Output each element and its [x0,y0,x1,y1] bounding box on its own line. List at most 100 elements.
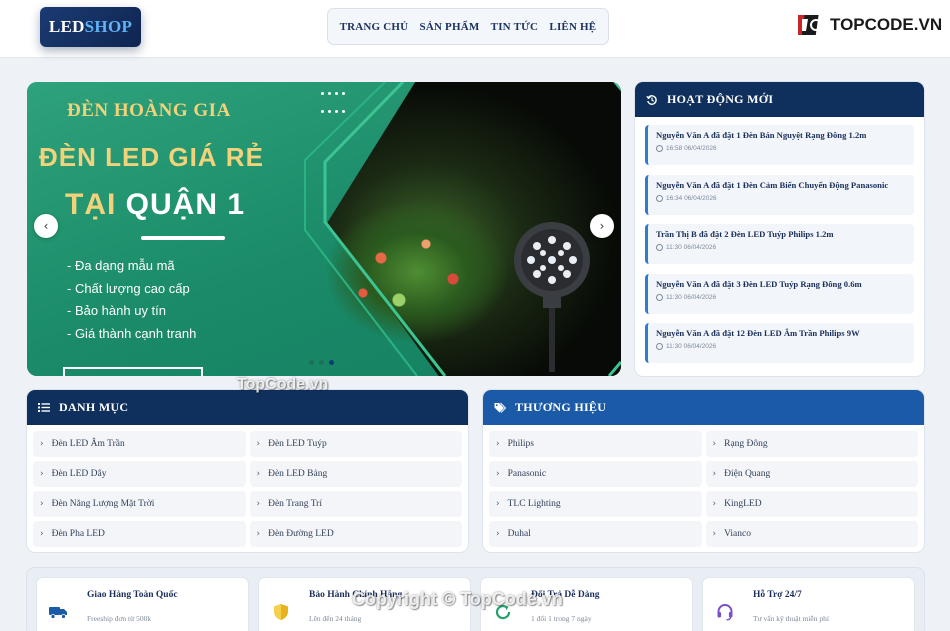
banner-bullet: - Chất lượng cao cấp [67,280,190,296]
clock-icon [656,244,663,251]
slider-dot-active[interactable] [329,360,334,365]
chevron-right-icon: › [256,499,261,509]
categories-grid: › Đèn LED Âm Trần › Đèn LED Tuýp › Đèn LED … [27,425,468,547]
brands-header: THƯƠNG HIỆU [483,390,924,425]
refresh-icon [493,602,513,622]
clock-icon [656,343,663,350]
activity-item[interactable]: Nguyễn Văn A đã đặt 1 Đèn Cảm Biến Chuyể… [645,174,914,215]
chevron-right-icon: › [496,529,500,539]
banner-bullet: - Giá thành cạnh tranh [67,325,197,341]
slider-prev-button[interactable]: ‹ [34,214,58,238]
activity-header: HOẠT ĐỘNG MỚI [635,82,924,117]
logo-part-led: LED [48,17,85,36]
activity-text: Nguyễn Văn A đã đặt 3 Đèn LED Tuýp Rạng … [656,278,862,289]
category-item[interactable]: › Đèn Trang Trí [249,491,462,517]
banner-bottom-frame [63,367,203,376]
chevron-right-icon: › [40,499,44,509]
hero-slider: ĐÈN HOÀNG GIA ĐÈN LED GIÁ RẺ TẠI QUẬN 1 … [27,82,621,376]
list-icon [38,401,51,414]
categories-panel: DANH MỤC › Đèn LED Âm Trần › Đèn LED Tuýp … [26,389,469,553]
nav-products[interactable]: SẢN PHẨM [420,21,480,33]
category-item[interactable]: › Đèn LED Âm Trần [33,431,246,457]
clock-icon [656,293,663,301]
feature-card: Hỗ Trợ 24/7 Tư vấn kỹ thuật miễn phí [702,577,915,631]
categories-title: DANH MỤC [59,400,129,414]
nav-home[interactable]: TRANG CHỦ [340,21,409,33]
chevron-right-icon: › [40,529,44,539]
chevron-right-icon: › [40,469,44,479]
feature-card: Đổi Trả Dễ Dàng 1 đổi 1 trong 7 ngày [480,577,693,631]
clock-icon [656,194,663,202]
chevron-right-icon: › [256,529,261,539]
activity-time: 11:30 06/04/2026 [656,293,914,301]
topcode-brandmark: TOPCODE.VN [796,10,942,40]
feature-subtitle: Freeship đơn từ 500k [87,614,152,623]
activity-text: Trần Thị B đã đặt 2 Đèn LED Tuýp Philips… [656,229,834,239]
activity-item[interactable]: Nguyễn Văn A đã đặt 12 Đèn LED Âm Trần P… [645,323,914,363]
activity-time: 11:30 06/04/2026 [656,244,914,251]
category-item[interactable]: › Đèn Năng Lượng Mặt Trời [33,491,246,517]
chevron-right-icon: › [40,439,44,449]
chevron-right-icon: › [256,469,261,479]
brand-item[interactable]: › Panasonic [489,461,702,487]
brand-item[interactable]: › Philips [489,431,702,457]
main-nav: TRANG CHỦ SẢN PHẨM TIN TỨC LIÊN HỆ [327,8,609,45]
tags-icon [494,401,507,414]
chevron-right-icon: › [712,439,717,449]
chevron-right-icon: › [496,439,500,449]
slider-next-button[interactable]: › [590,214,614,238]
feature-title: Bảo Hành Chính Hãng [309,590,403,600]
brand-item[interactable]: › KingLED [705,491,918,517]
chevron-right-icon: › [496,499,500,509]
spotlight-lamp-image [507,212,597,372]
activity-title: HOẠT ĐỘNG MỚI [667,92,774,106]
activity-time: 11:30 06/04/2026 [656,343,914,350]
banner-bullet: - Đa dạng mẫu mã [67,258,175,273]
activity-text: Nguyễn Văn A đã đặt 1 Đèn Cảm Biến Chuyể… [656,179,889,190]
nav-news[interactable]: TIN TỨC [491,21,539,33]
chevron-left-icon: ‹ [43,219,49,233]
brand-item[interactable]: › Rạng Đông [705,431,918,457]
feature-title: Giao Hàng Toàn Quốc [87,590,178,600]
logo[interactable]: LED SHOP [40,7,141,47]
category-item[interactable]: › Đèn Pha LED [33,521,246,547]
categories-header: DANH MỤC [27,390,468,425]
site-header: LED SHOP TRANG CHỦ SẢN PHẨM TIN TỨC LIÊN … [0,0,950,58]
banner-flowers [327,202,507,342]
activity-text: Nguyễn Văn A đã đặt 12 Đèn LED Âm Trần P… [656,328,860,338]
slider-dot[interactable] [309,360,314,365]
brandmark-text: TOPCODE.VN [830,15,943,34]
activity-list: Nguyễn Văn A đã đặt 1 Đèn Bán Nguyệt Rạn… [635,117,924,363]
activity-item[interactable]: Nguyễn Văn A đã đặt 3 Đèn LED Tuýp Rạng … [645,273,914,314]
category-item[interactable]: › Đèn Đường LED [249,521,462,547]
brand-item[interactable]: › Điện Quang [705,461,918,487]
recent-activity-panel: HOẠT ĐỘNG MỚI Nguyễn Văn A đã đặt 1 Đèn … [634,81,925,377]
brand-item[interactable]: › TLC Lighting [489,491,702,517]
banner-bullets: - Đa dạng mẫu mã - Chất lượng cao cấp - … [67,258,196,348]
activity-time: 16:58 06/04/2026 [656,145,914,152]
brand-item[interactable]: › Vianco [705,521,918,547]
brands-title: THƯƠNG HIỆU [515,400,607,414]
brands-grid: › Philips › Rạng Đông › Panasonic › Điện Qua… [483,425,924,547]
chevron-right-icon: › [712,529,717,539]
category-item[interactable]: › Đèn LED Tuýp [249,431,462,457]
brand-item[interactable]: › Duhal [489,521,702,547]
activity-item[interactable]: Nguyễn Văn A đã đặt 1 Đèn Bán Nguyệt Rạn… [645,125,914,165]
shield-icon [271,602,291,622]
slider-dot[interactable] [319,360,324,365]
history-icon [646,93,659,106]
category-item[interactable]: › Đèn LED Dây [33,461,246,487]
activity-text: Nguyễn Văn A đã đặt 1 Đèn Bán Nguyệt Rạn… [656,130,867,140]
banner-title-line1: ĐÈN LED GIÁ RẺ [39,142,264,172]
feature-card: Giao Hàng Toàn Quốc Freeship đơn từ 500k [36,577,249,631]
slider-pagination [309,360,334,365]
features-bar: Giao Hàng Toàn Quốc Freeship đơn từ 500k… [26,567,925,631]
activity-item[interactable]: Trần Thị B đã đặt 2 Đèn LED Tuýp Philips… [645,224,914,264]
feature-subtitle: Tư vấn kỹ thuật miễn phí [753,614,829,623]
nav-contact[interactable]: LIÊN HỆ [549,21,596,33]
banner-bullet: - Bảo hành uy tín [67,303,167,318]
feature-title: Hỗ Trợ 24/7 [753,590,802,600]
category-item[interactable]: › Đèn LED Bảng [249,461,462,487]
feature-subtitle: 1 đổi 1 trong 7 ngày [531,614,592,623]
banner-dot-pattern [319,84,347,113]
